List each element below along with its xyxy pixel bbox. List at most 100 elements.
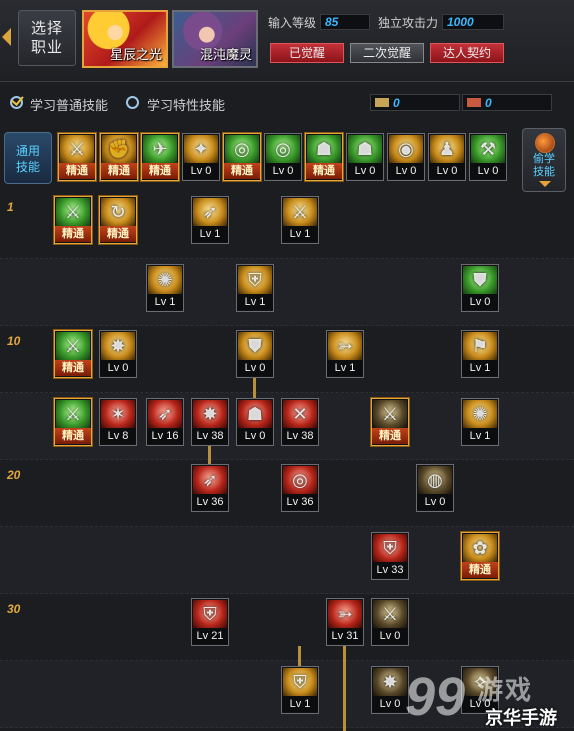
skill-icon: ⛨ <box>238 266 272 294</box>
skill-level-label: Lv 0 <box>237 360 273 376</box>
skill-tile[interactable]: ✸ Lv 0 <box>99 330 137 378</box>
skill-level-label: Lv 0 <box>100 360 136 376</box>
back-arrow-icon[interactable] <box>2 28 11 46</box>
skill-icon: ⚑ <box>463 332 497 360</box>
skill-tile[interactable]: ⛨ Lv 1 <box>281 666 319 714</box>
skill-tile[interactable]: ✕ Lv 38 <box>281 398 319 446</box>
skill-glyph-icon: ⛨ <box>248 270 262 290</box>
master-contract-button[interactable]: 达人契约 <box>430 43 504 63</box>
skill-tile[interactable]: ⛊ Lv 0 <box>461 264 499 312</box>
skill-glyph-icon: ⚔ <box>64 202 82 222</box>
skill-tile[interactable]: ⚔ Lv 0 <box>371 598 409 646</box>
skill-icon: ✊ <box>102 135 136 163</box>
skill-tile[interactable]: ➶ Lv 36 <box>191 464 229 512</box>
skill-glyph-icon: ➶ <box>202 202 218 222</box>
skill-icon: ☗ <box>238 400 272 428</box>
skill-glyph-icon: ➳ <box>337 604 353 624</box>
character-card-chaos[interactable]: 混沌魔灵 <box>172 10 258 68</box>
input-level-label: 输入等级 <box>268 16 317 30</box>
skill-icon: ⚔ <box>56 198 90 226</box>
skill-glyph-icon: ✿ <box>472 538 488 558</box>
skill-glyph-icon: ⚔ <box>64 404 82 424</box>
skill-mastered-badge: 精通 <box>100 226 136 242</box>
watermark-digits: 99 <box>405 667 466 727</box>
skill-icon: ✿ <box>463 534 497 562</box>
second-awaken-button[interactable]: 二次觉醒 <box>350 43 424 63</box>
skill-tile[interactable]: ⚔ Lv 1 <box>281 196 319 244</box>
select-job-button[interactable]: 选择 职业 <box>18 10 76 66</box>
skill-glyph-icon: ⛨ <box>383 538 397 558</box>
skill-tile[interactable]: ✺ Lv 1 <box>146 264 184 312</box>
skill-tile[interactable]: ↻ 精通 <box>99 196 137 244</box>
skill-tile[interactable]: ⚑ Lv 1 <box>461 330 499 378</box>
skill-tile[interactable]: ✊ 精通 <box>100 133 138 181</box>
skill-tile[interactable]: ☗ Lv 0 <box>346 133 384 181</box>
skill-glyph-icon: ✕ <box>292 404 308 424</box>
learn-special-radio[interactable] <box>126 96 139 109</box>
skill-tile[interactable]: ⛨ Lv 1 <box>236 264 274 312</box>
skill-tile[interactable]: ⚔ 精通 <box>54 330 92 378</box>
skill-tile[interactable]: ➳ Lv 31 <box>326 598 364 646</box>
skill-glyph-icon: ✺ <box>157 270 173 290</box>
skill-level-label: Lv 0 <box>429 163 465 179</box>
skill-tile[interactable]: ✶ Lv 8 <box>99 398 137 446</box>
character-name: 星辰之光 <box>109 47 162 62</box>
skill-icon: ⚔ <box>283 198 317 226</box>
skill-tile[interactable]: ⚒ Lv 0 <box>469 133 507 181</box>
skill-level-label: Lv 0 <box>265 163 301 179</box>
tree-band <box>0 594 574 661</box>
skill-mastered-badge: 精通 <box>142 163 178 179</box>
skill-tile[interactable]: ⚔ 精通 <box>371 398 409 446</box>
skill-tile[interactable]: ✿ 精通 <box>461 532 499 580</box>
skill-mastered-badge: 精通 <box>55 360 91 376</box>
skill-mastered-badge: 精通 <box>55 226 91 242</box>
skill-tile[interactable]: ✈ 精通 <box>141 133 179 181</box>
skill-tile[interactable]: ⛊ Lv 0 <box>236 330 274 378</box>
skill-level-label: Lv 1 <box>282 226 318 242</box>
independent-attack-field[interactable]: 1000 <box>442 14 504 30</box>
watermark-top-text: 游戏 <box>477 675 534 705</box>
header-bar: 选择 职业 星辰之光 混沌魔灵 输入等级 85 独立攻击力 1000 已觉醒 二… <box>0 0 574 82</box>
character-card-star-light[interactable]: 星辰之光 <box>82 10 168 68</box>
skill-tile[interactable]: ⚔ 精通 <box>54 196 92 244</box>
learn-normal-checkbox[interactable] <box>10 96 23 109</box>
skill-mastered-badge: 精通 <box>59 163 95 179</box>
skill-level-label: Lv 8 <box>100 428 136 444</box>
skill-tile[interactable]: ✦ Lv 0 <box>182 133 220 181</box>
skill-tile[interactable]: ◎ 精通 <box>223 133 261 181</box>
skill-glyph-icon: ✈ <box>152 139 168 159</box>
awaken-button[interactable]: 已觉醒 <box>270 43 344 63</box>
skill-tile[interactable]: ⛨ Lv 33 <box>371 532 409 580</box>
skill-level-label: Lv 36 <box>282 494 318 510</box>
skill-glyph-icon: ⛨ <box>293 672 307 692</box>
skill-icon: ⛨ <box>283 668 317 696</box>
skill-icon: ◎ <box>266 135 300 163</box>
skill-glyph-icon: ⚔ <box>68 139 86 159</box>
skill-level-label: Lv 1 <box>327 360 363 376</box>
skill-icon: ⚔ <box>56 400 90 428</box>
skill-tile[interactable]: ✸ Lv 38 <box>191 398 229 446</box>
skill-icon: ⛨ <box>373 534 407 562</box>
skill-tile[interactable]: ✸ Lv 0 <box>371 666 409 714</box>
skill-mastered-badge: 精通 <box>55 428 91 444</box>
skill-tile[interactable]: ➶ Lv 1 <box>191 196 229 244</box>
skill-tile[interactable]: ➳ Lv 1 <box>326 330 364 378</box>
skill-tile[interactable]: ✺ Lv 1 <box>461 398 499 446</box>
skill-glyph-icon: ➶ <box>202 470 218 490</box>
steal-skills-button[interactable]: 偷学 技能 <box>522 128 566 192</box>
site-watermark: 99 游戏 京华手游 <box>405 666 573 730</box>
skill-icon: ⛨ <box>193 600 227 628</box>
skill-tile[interactable]: ➶ Lv 16 <box>146 398 184 446</box>
skill-tile[interactable]: ⚔ 精通 <box>58 133 96 181</box>
skill-tile[interactable]: ◍ Lv 0 <box>416 464 454 512</box>
skill-tile[interactable]: ⛨ Lv 21 <box>191 598 229 646</box>
input-level-field[interactable]: 85 <box>320 14 370 30</box>
skill-tile[interactable]: ◎ Lv 36 <box>281 464 319 512</box>
skill-tile[interactable]: ⚔ 精通 <box>54 398 92 446</box>
skill-tile[interactable]: ☗ 精通 <box>305 133 343 181</box>
skill-tile[interactable]: ☗ Lv 0 <box>236 398 274 446</box>
skill-tile[interactable]: ◎ Lv 0 <box>264 133 302 181</box>
skill-tile[interactable]: ♟ Lv 0 <box>428 133 466 181</box>
skill-tile[interactable]: ◉ Lv 0 <box>387 133 425 181</box>
skill-level-label: Lv 0 <box>417 494 453 510</box>
